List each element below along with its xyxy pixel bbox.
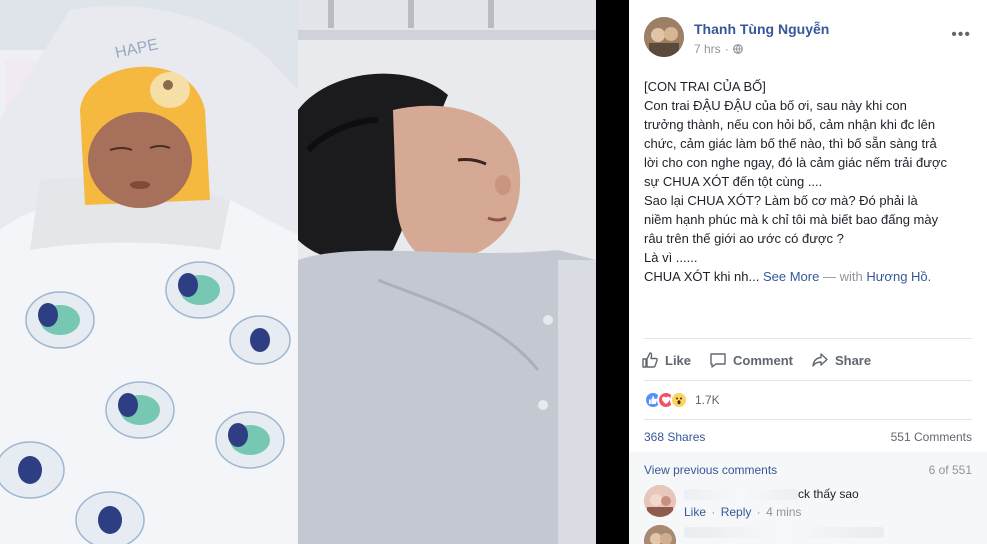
- share-button[interactable]: Share: [811, 349, 871, 371]
- post-text-last-line: CHUA XÓT khi nh... See More — with Hương…: [644, 267, 974, 286]
- post-panel: Thanh Tùng Nguyễn 7 hrs · ••• [CON TRAI …: [629, 0, 987, 544]
- post-text-line: [CON TRAI CỦA BỐ]: [644, 79, 766, 94]
- commenter-avatar-image: [644, 525, 676, 544]
- redacted-commenter-name: [684, 489, 798, 501]
- comment-time[interactable]: 4 mins: [766, 505, 801, 519]
- dot-separator: ·: [724, 42, 729, 56]
- comment-label: Comment: [733, 352, 793, 368]
- tagged-person-link[interactable]: Hương Hồ.: [866, 269, 931, 284]
- comment-visible-text: ck thấy sao: [798, 487, 859, 501]
- post-text-line: Con trai ĐẬU ĐẬU của bố ơi, sau này khi …: [644, 98, 907, 113]
- commenter-avatar[interactable]: [644, 525, 676, 544]
- more-options-icon[interactable]: •••: [951, 26, 971, 44]
- post-text: [CON TRAI CỦA BỐ] Con trai ĐẬU ĐẬU của b…: [644, 77, 974, 286]
- reactions-summary[interactable]: 1.7K: [644, 391, 720, 409]
- post-photos[interactable]: HAPE: [0, 0, 596, 544]
- commenter-avatar-image: [644, 485, 676, 517]
- post-meta: 7 hrs ·: [694, 42, 743, 56]
- post-text-line: chức, cảm giác làm bố thế nào, thì bố sẵ…: [644, 136, 937, 151]
- see-more-link[interactable]: See More: [763, 269, 819, 284]
- comment-like-link[interactable]: Like: [684, 505, 706, 519]
- with-label: — with: [822, 269, 863, 284]
- share-arrow-icon: [812, 353, 828, 367]
- author-avatar-image: [644, 17, 684, 57]
- divider: [644, 380, 972, 381]
- thumbs-up-icon: [642, 352, 658, 368]
- like-button[interactable]: Like: [641, 349, 691, 371]
- author-name[interactable]: Thanh Tùng Nguyễn: [694, 21, 829, 37]
- post-header: Thanh Tùng Nguyễn 7 hrs · •••: [629, 12, 987, 60]
- post-text-line: niềm hạnh phúc mà k chỉ tôi mà biết bao …: [644, 212, 939, 227]
- comment-item: ck thấy sao Like · Reply · 4 mins: [644, 485, 974, 523]
- commenter-avatar[interactable]: [644, 485, 676, 517]
- post-text-line: lời cho con nghe ngay, đó là cảm giác nế…: [644, 155, 947, 170]
- author-avatar[interactable]: [644, 17, 684, 57]
- divider: [644, 419, 972, 420]
- post-text-line: trưởng thành, nếu con hỏi bố, cảm nhận k…: [644, 117, 936, 132]
- post-text-line: Là vì ......: [644, 250, 698, 265]
- mother-photo-illustration: [298, 0, 596, 544]
- shares-count-link[interactable]: 368 Shares: [644, 430, 705, 444]
- post-text-line: râu trên thế giới ao ước có được ?: [644, 231, 844, 246]
- comments-section: View previous comments 6 of 551 ck thấy …: [629, 452, 987, 544]
- comment-reply-link[interactable]: Reply: [721, 505, 752, 519]
- comment-text: ck thấy sao: [684, 487, 859, 501]
- baby-photo[interactable]: HAPE: [0, 0, 298, 544]
- mother-photo[interactable]: [298, 0, 596, 544]
- dot-separator: ·: [756, 505, 761, 519]
- post-text-line: sự CHUA XÓT đến tột cùng ....: [644, 174, 823, 189]
- share-label: Share: [834, 352, 872, 368]
- globe-icon[interactable]: [732, 44, 743, 54]
- wow-reaction-icon: [670, 391, 688, 409]
- post-text-line: Sao lại CHUA XÓT? Làm bố cơ mà? Đó phải …: [644, 193, 918, 208]
- divider: [644, 338, 972, 339]
- post-actions: Like Comment Share: [641, 349, 889, 371]
- comments-pagination: 6 of 551: [928, 463, 972, 477]
- comment-item: [644, 525, 974, 544]
- comment-bubble-icon: [710, 353, 726, 368]
- post-text-truncated: CHUA XÓT khi nh...: [644, 269, 760, 284]
- post-time[interactable]: 7 hrs: [694, 42, 721, 56]
- comments-count[interactable]: 551 Comments: [891, 430, 972, 444]
- view-previous-comments-link[interactable]: View previous comments: [644, 463, 777, 477]
- redacted-comment-text: [684, 527, 884, 538]
- comment-actions: Like · Reply · 4 mins: [684, 505, 801, 519]
- like-label: Like: [665, 352, 692, 368]
- baby-photo-illustration: HAPE: [0, 0, 298, 544]
- dot-separator: ·: [711, 505, 716, 519]
- reaction-count: 1.7K: [695, 393, 720, 407]
- comment-button[interactable]: Comment: [709, 349, 793, 371]
